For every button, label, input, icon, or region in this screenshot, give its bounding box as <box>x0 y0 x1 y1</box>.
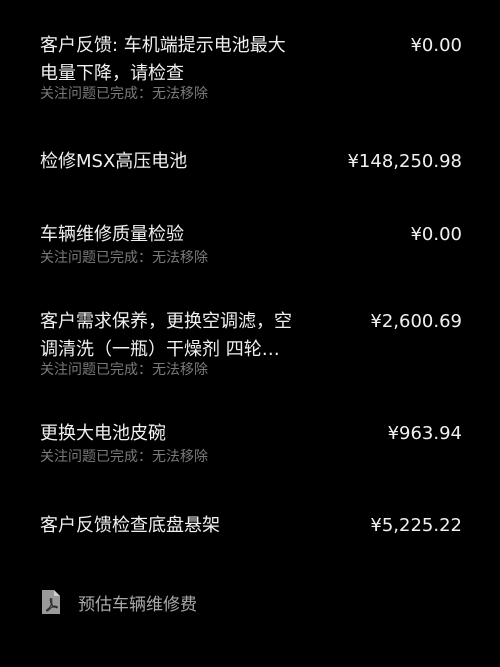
repair-item-title: 客户反馈: 车机端提示电池最大电量下降，请检查 <box>40 35 286 84</box>
repair-item-title: 更换大电池皮碗 <box>40 423 166 444</box>
repair-item-price: ¥5,225.22 <box>370 515 462 536</box>
repair-item-price: ¥0.00 <box>410 35 462 56</box>
repair-item-title: 客户需求保养，更换空调滤，空调清洗（一瓶）干燥剂 四轮… <box>40 311 292 360</box>
repair-item-price: ¥2,600.69 <box>370 311 462 332</box>
repair-item-status: 关注问题已完成：无法移除 <box>40 362 208 378</box>
repair-item-price: ¥963.94 <box>387 423 462 444</box>
repair-item-status: 关注问题已完成：无法移除 <box>40 250 208 266</box>
repair-item-title: 车辆维修质量检验 <box>40 224 184 245</box>
estimate-cost-link[interactable]: 预估车辆维修费 <box>40 587 197 617</box>
repair-item-title: 客户反馈检查底盘悬架 <box>40 515 220 536</box>
estimate-cost-label: 预估车辆维修费 <box>78 594 197 615</box>
repair-item-status: 关注问题已完成：无法移除 <box>40 449 208 465</box>
repair-item-price: ¥148,250.98 <box>347 151 462 172</box>
repair-item-price: ¥0.00 <box>410 224 462 245</box>
pdf-document-icon <box>42 590 60 614</box>
repair-item-status: 关注问题已完成：无法移除 <box>40 86 208 102</box>
repair-item-title: 检修MSX高压电池 <box>40 151 188 172</box>
